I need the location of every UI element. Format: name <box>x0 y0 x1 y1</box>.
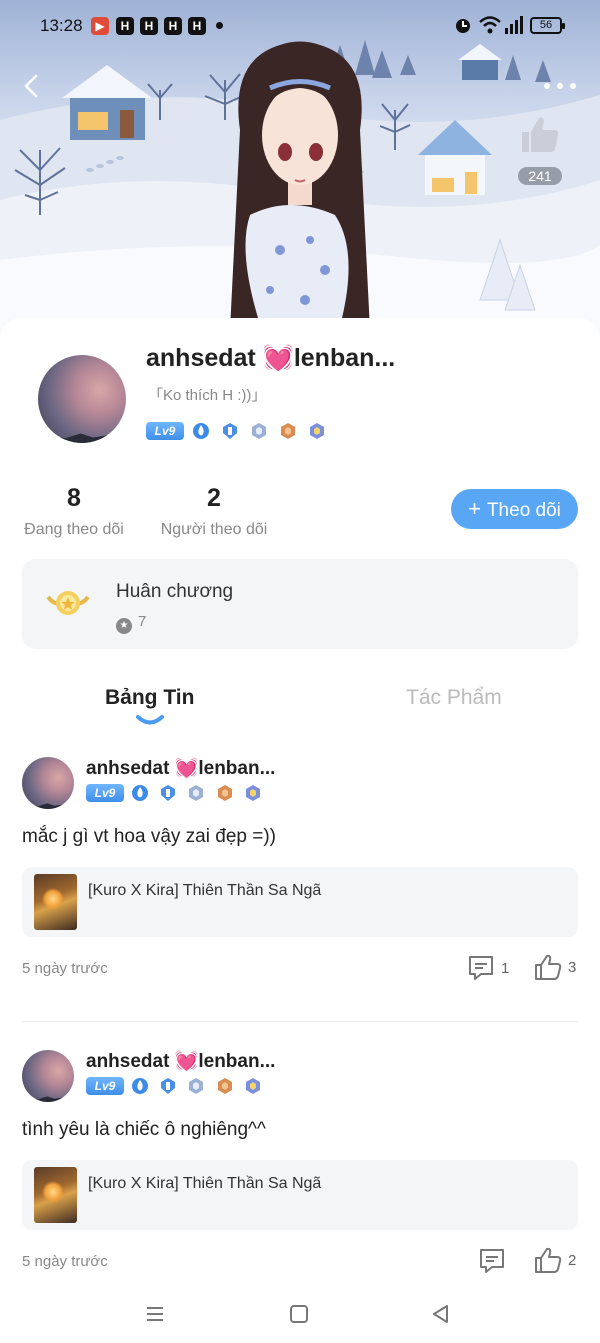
h-app-icon: H <box>140 17 158 35</box>
crystal-badge-icon[interactable] <box>308 422 326 440</box>
post-author-name[interactable]: anhsedat 💓lenban... <box>86 756 275 780</box>
profile-banner: 13:28 ▶ H H H H 56 241 <box>0 0 600 340</box>
like-count: 3 <box>568 959 577 976</box>
shield-badge-icon[interactable] <box>221 422 239 440</box>
system-navigation-bar <box>0 1290 600 1343</box>
thumbs-up-icon <box>535 1247 562 1273</box>
back-button[interactable] <box>16 70 48 102</box>
bronze-badge-icon <box>218 785 232 801</box>
dot-icon <box>544 83 550 89</box>
comment-button[interactable] <box>478 1247 508 1273</box>
back-triangle-icon[interactable] <box>429 1302 453 1326</box>
profile-like-button[interactable]: 241 <box>510 112 570 188</box>
like-button[interactable]: 3 <box>534 953 580 980</box>
like-button[interactable]: 2 <box>534 1246 580 1273</box>
medals-count: ★ 7 <box>116 613 146 634</box>
clock: 13:28 <box>40 16 83 35</box>
hexagon-badge-icon <box>189 785 203 801</box>
linked-work-card[interactable]: [Kuro X Kira] Thiên Thần Sa Ngã <box>22 1160 578 1230</box>
following-label: Đang theo dõi <box>24 521 124 538</box>
flame-badge-icon <box>132 1078 148 1094</box>
crystal-badge-icon <box>246 1078 260 1094</box>
post-divider <box>22 1021 578 1022</box>
follow-button[interactable]: + Theo dõi <box>451 489 578 529</box>
h-app-icon: H <box>188 17 206 35</box>
post-author-avatar[interactable] <box>22 1050 74 1102</box>
level-badge: Lv9 <box>86 1077 124 1095</box>
linked-work-title: [Kuro X Kira] Thiên Thần Sa Ngã <box>88 882 322 899</box>
thumbs-up-icon <box>522 117 559 152</box>
level-badge: Lv9 <box>86 784 124 802</box>
game-app-icon: ▶ <box>91 17 109 35</box>
linked-work-card[interactable]: [Kuro X Kira] Thiên Thần Sa Ngã <box>22 867 578 937</box>
h-app-icon: H <box>116 17 134 35</box>
medals-panel[interactable]: Huân chương ★ 7 <box>22 559 578 649</box>
profile-bio: 「Ko thích H :))」 <box>148 387 267 404</box>
post-timestamp: 5 ngày trước <box>22 1253 108 1270</box>
home-icon[interactable] <box>287 1302 311 1326</box>
star-icon: ★ <box>116 618 132 634</box>
dot-icon <box>570 83 576 89</box>
hexagon-badge-icon[interactable] <box>250 422 268 440</box>
post-timestamp: 5 ngày trước <box>22 960 108 977</box>
active-tab-indicator <box>136 715 164 725</box>
plus-icon: + <box>468 496 481 521</box>
status-bar: 13:28 ▶ H H H H 56 <box>0 0 600 52</box>
linked-work-title: [Kuro X Kira] Thiên Thần Sa Ngã <box>88 1175 322 1192</box>
more-options-button[interactable] <box>540 76 580 96</box>
bronze-badge-icon[interactable] <box>279 422 297 440</box>
post-text: tình yêu là chiếc ô nghiêng^^ <box>22 1119 266 1140</box>
thumbs-up-icon <box>535 954 562 980</box>
following-stat[interactable]: 8 Đang theo dõi <box>20 484 128 539</box>
alarm-icon <box>456 19 470 33</box>
h-app-icon: H <box>164 17 182 35</box>
flame-badge-icon <box>132 785 148 801</box>
work-cover-image <box>34 874 77 930</box>
recent-apps-icon[interactable] <box>143 1302 167 1326</box>
battery-icon: 56 <box>530 17 565 34</box>
profile-username: anhsedat 💓lenban... <box>146 344 396 372</box>
dot-icon <box>557 83 563 89</box>
medals-title: Huân chương <box>116 581 234 602</box>
bronze-badge-icon <box>218 1078 232 1094</box>
medals-count-value: 7 <box>138 613 147 630</box>
comment-button[interactable]: 1 <box>467 954 515 980</box>
signal-icon <box>505 16 523 34</box>
follow-button-label: Theo dõi <box>486 500 561 521</box>
medal-icon <box>46 591 90 615</box>
work-cover-image <box>34 1167 77 1223</box>
followers-count: 2 <box>207 484 221 512</box>
comment-icon <box>469 956 493 980</box>
comment-icon <box>480 1249 504 1273</box>
flame-badge-icon[interactable] <box>192 422 210 440</box>
like-count: 241 <box>518 167 562 185</box>
post-author-name[interactable]: anhsedat 💓lenban... <box>86 1049 275 1073</box>
tab-works[interactable]: Tác Phẩm <box>406 686 502 710</box>
tab-news-feed[interactable]: Bảng Tin <box>105 686 194 710</box>
profile-avatar[interactable] <box>38 355 126 443</box>
post-author-avatar[interactable] <box>22 757 74 809</box>
followers-label: Người theo dõi <box>160 521 268 538</box>
more-notifications-dot <box>216 22 223 29</box>
followers-stat[interactable]: 2 Người theo dõi <box>156 484 272 539</box>
level-badge: Lv9 <box>146 422 184 440</box>
crystal-badge-icon <box>246 785 260 801</box>
shield-badge-icon <box>161 1078 175 1094</box>
anime-character <box>230 41 370 330</box>
post-text: mắc j gì vt hoa vậy zai đẹp =)) <box>22 826 276 847</box>
shield-badge-icon <box>161 785 175 801</box>
comment-count: 1 <box>501 960 510 977</box>
following-count: 8 <box>67 484 81 512</box>
wifi-icon <box>479 16 501 34</box>
like-count: 2 <box>568 1252 577 1269</box>
hexagon-badge-icon <box>189 1078 203 1094</box>
house-left <box>62 65 152 140</box>
